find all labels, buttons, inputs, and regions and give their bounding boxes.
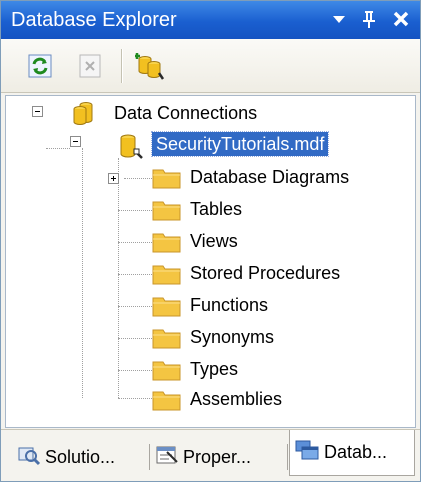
stop-icon[interactable] (73, 49, 107, 83)
tree-connector (118, 398, 152, 399)
tree-item-database-diagrams[interactable]: Database Diagrams (190, 166, 349, 188)
dropdown-arrow-icon[interactable] (327, 7, 351, 31)
title-bar[interactable]: Database Explorer (1, 1, 420, 39)
toolbar (1, 39, 420, 93)
tree-connector (118, 242, 152, 243)
data-connections-icon (72, 100, 102, 131)
tab-label: Solutio... (45, 446, 116, 467)
tree-connector (118, 158, 119, 398)
window-title: Database Explorer (11, 9, 177, 31)
tab-solution-explorer[interactable]: Solutio... (13, 438, 150, 476)
tree-connector (118, 210, 152, 211)
folder-icon (152, 166, 182, 195)
database-tree: Data Connections SecurityTutorials.mdf D… (5, 95, 416, 428)
tab-separator (287, 444, 288, 470)
connect-to-database-icon[interactable] (133, 49, 167, 83)
tree-item-tables[interactable]: Tables (190, 198, 242, 220)
folder-icon (152, 294, 182, 323)
tree-item-synonyms[interactable]: Synonyms (190, 326, 274, 348)
tree-item-types[interactable]: Types (190, 358, 238, 380)
database-icon (118, 132, 148, 165)
close-icon[interactable] (389, 7, 413, 31)
database-explorer-window: Database Explorer Data Connections Secur… (0, 0, 421, 482)
tree-connector (82, 148, 83, 398)
folder-icon (152, 326, 182, 355)
tab-separator (149, 444, 150, 470)
tree-connector (118, 338, 152, 339)
tree-item-functions[interactable]: Functions (190, 294, 268, 316)
database-explorer-icon (294, 439, 320, 466)
tab-database-explorer[interactable]: Datab... (289, 430, 415, 476)
tree-item-assemblies[interactable]: Assemblies (190, 388, 282, 410)
folder-icon (152, 262, 182, 291)
expand-toggle[interactable] (108, 173, 119, 184)
folder-icon (152, 358, 182, 387)
toolbar-separator (121, 49, 122, 83)
tab-properties[interactable]: Proper... (151, 438, 288, 476)
collapse-toggle[interactable] (70, 136, 81, 147)
tree-connector (46, 148, 70, 149)
tree-connector (124, 178, 152, 179)
tool-window-tabs: Solutio... Proper... Datab... (1, 429, 420, 481)
properties-icon (155, 444, 179, 471)
tree-item-securitytutorials[interactable]: SecurityTutorials.mdf (150, 131, 330, 157)
pin-icon[interactable] (357, 7, 381, 31)
tree-item-data-connections[interactable]: Data Connections (114, 102, 257, 124)
refresh-icon[interactable] (23, 49, 57, 83)
solution-explorer-icon (17, 444, 41, 471)
tab-label: Proper... (183, 446, 252, 467)
folder-icon (152, 198, 182, 227)
folder-icon (152, 388, 182, 417)
tree-connector (118, 274, 152, 275)
tab-label: Datab... (324, 442, 388, 462)
collapse-toggle[interactable] (32, 106, 43, 117)
folder-icon (152, 230, 182, 259)
tree-item-stored-procedures[interactable]: Stored Procedures (190, 262, 340, 284)
tree-connector (118, 306, 152, 307)
tree-item-views[interactable]: Views (190, 230, 238, 252)
tree-connector (118, 370, 152, 371)
